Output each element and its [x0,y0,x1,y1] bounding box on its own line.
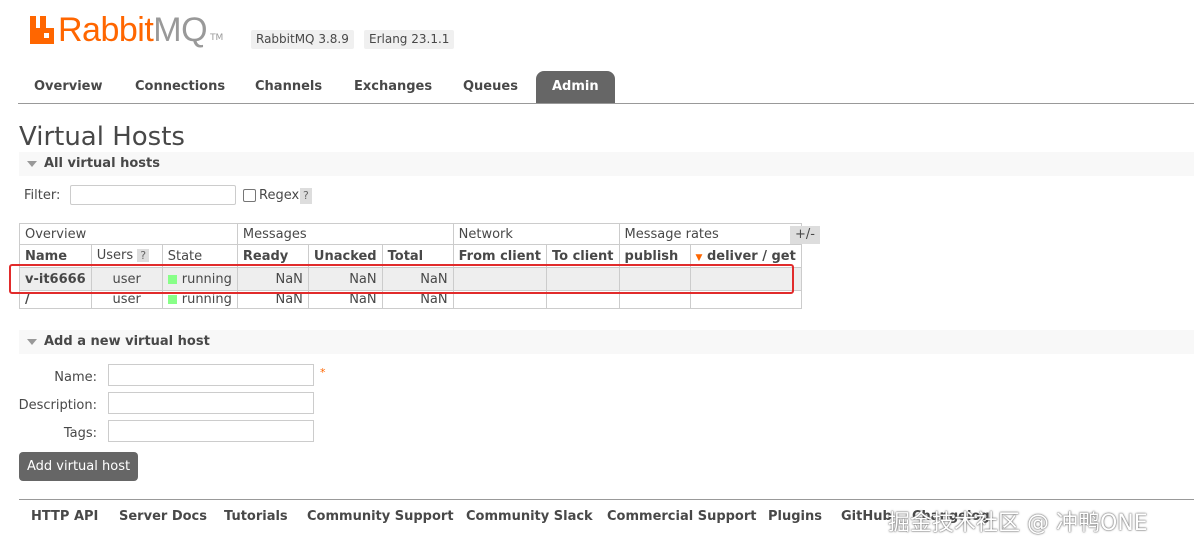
collapse-triangle-icon [27,161,37,167]
sort-desc-icon: ▼ [695,252,703,263]
footer-link-server-docs[interactable]: Server Docs [119,509,207,524]
logo-text-rabbit: Rabbit [58,11,154,49]
tab-overview[interactable]: Overview [34,71,103,103]
footer-link-commercial-support[interactable]: Commercial Support [607,509,757,524]
footer-link-community-support[interactable]: Community Support [307,509,454,524]
logo-text-mq: MQ [153,11,208,49]
filter-input[interactable] [70,185,236,205]
collapse-triangle-icon [27,339,37,345]
tab-admin[interactable]: Admin [536,71,615,103]
page-title: Virtual Hosts [19,122,185,152]
vhost-description-input[interactable] [108,392,314,414]
regex-checkbox[interactable] [243,189,256,202]
col-header-users-label: Users [96,248,134,263]
tab-queues[interactable]: Queues [463,71,518,103]
users-help-button[interactable]: ? [137,249,150,262]
col-header-deliver-get-label: deliver / get [706,248,796,264]
group-header-network: Network [452,223,620,245]
description-label: Description: [18,398,97,413]
column-options-button[interactable]: +/- [790,226,820,244]
erlang-version-badge: Erlang 23.1.1 [364,30,455,49]
filter-label: Filter: [24,188,61,203]
regex-label: Regex [259,188,300,203]
footer-link-github[interactable]: GitHub [841,509,892,524]
footer-link-plugins[interactable]: Plugins [768,509,822,524]
watermark-text: 掘金技术社区 @ 冲鸭ONE [888,511,1148,536]
logo-trademark: TM [210,33,224,43]
section-title-all-vhosts: All virtual hosts [44,156,160,171]
add-virtual-host-button[interactable]: Add virtual host [19,452,139,481]
footer-link-http-api[interactable]: HTTP API [31,509,98,524]
group-header-message-rates: Message rates [618,223,802,245]
main-nav-tabs: Overview Connections Channels Exchanges … [18,71,1194,104]
section-title-add-vhost: Add a new virtual host [44,334,210,349]
row-highlight-annotation [9,264,794,294]
group-header-messages: Messages [236,223,454,245]
regex-help-button[interactable]: ? [300,188,312,204]
vhost-tags-input[interactable] [108,420,314,442]
footer-link-community-slack[interactable]: Community Slack [466,509,593,524]
rabbitmq-logo[interactable]: Rabbit MQ TM [30,12,223,48]
rabbitmq-version-badge: RabbitMQ 3.8.9 [251,30,354,49]
running-status-icon [167,294,177,304]
footer-link-tutorials[interactable]: Tutorials [224,509,288,524]
name-label: Name: [54,370,97,385]
tab-channels[interactable]: Channels [255,71,322,103]
all-virtual-hosts-section-toggle[interactable]: All virtual hosts [19,152,1194,176]
tab-exchanges[interactable]: Exchanges [354,71,432,103]
group-header-overview: Overview [19,223,238,245]
tags-label: Tags: [63,426,97,441]
footer-divider [19,499,1194,500]
vhost-name-input[interactable] [108,364,314,386]
add-virtual-host-section-toggle[interactable]: Add a new virtual host [19,330,1194,354]
rabbit-icon [30,16,54,44]
tab-connections[interactable]: Connections [135,71,225,103]
required-marker: * [320,366,326,379]
